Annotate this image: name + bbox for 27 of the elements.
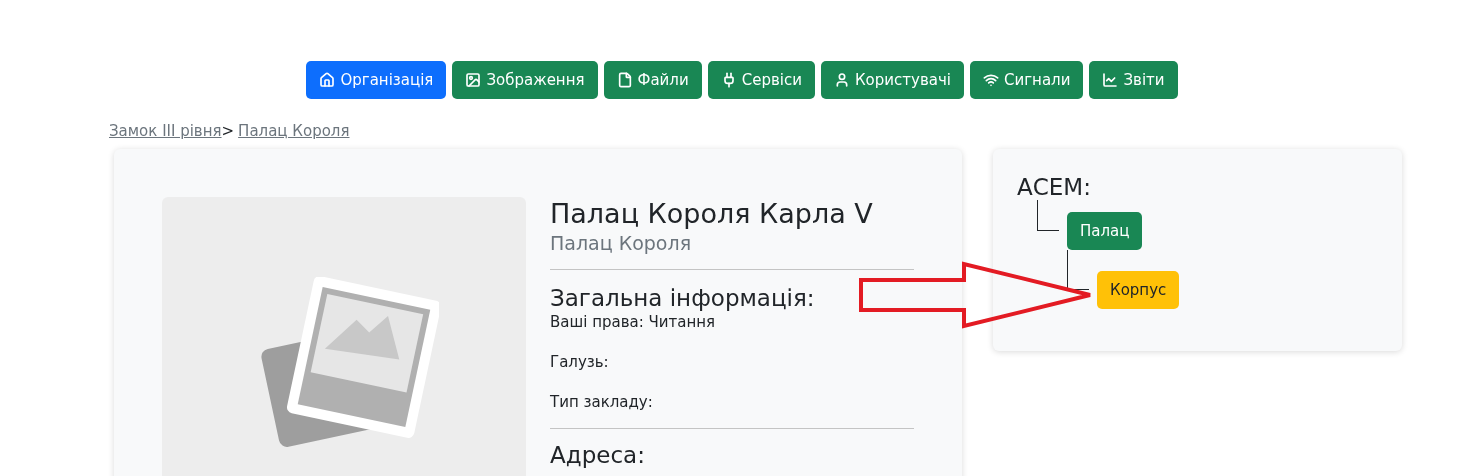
connector-line (1037, 199, 1059, 231)
info-field: Ваші права: Читання (550, 311, 914, 332)
breadcrumb-link[interactable]: Замок III рівня (109, 120, 222, 143)
breadcrumb-separator: > (221, 121, 235, 142)
nav-tab[interactable]: Файли (603, 61, 702, 99)
info-field: Тип закладу: (550, 391, 914, 412)
image-icon (465, 72, 482, 88)
nav-tab[interactable]: Організація (306, 61, 447, 99)
tree-node[interactable]: Корпус (1097, 270, 1180, 309)
organization-subtitle: Палац Короля (550, 230, 693, 255)
info-field: Галузь: (550, 351, 914, 372)
nav-tab[interactable]: Сервіси (707, 61, 815, 99)
tree-node[interactable]: Палац (1067, 211, 1143, 250)
nav-tab[interactable]: Звіти (1089, 61, 1178, 99)
nav-tab[interactable]: Сигнали (970, 61, 1084, 99)
chart-icon (1102, 72, 1119, 88)
section-title: Адреса: (550, 440, 646, 469)
section-title: Загальна інформація: (550, 283, 816, 312)
house-icon (319, 72, 336, 88)
connector-line (1067, 249, 1089, 290)
tree-title: АСЕМ: (1017, 173, 1091, 200)
nav-tab[interactable]: Зображення (452, 61, 598, 99)
nav-tab[interactable]: Користувачі (820, 61, 964, 99)
breadcrumb-link[interactable]: Палац Короля (238, 120, 350, 143)
file-icon (616, 72, 633, 88)
organization-title: Палац Короля Карла V (550, 196, 874, 231)
wifi-icon (983, 72, 999, 88)
